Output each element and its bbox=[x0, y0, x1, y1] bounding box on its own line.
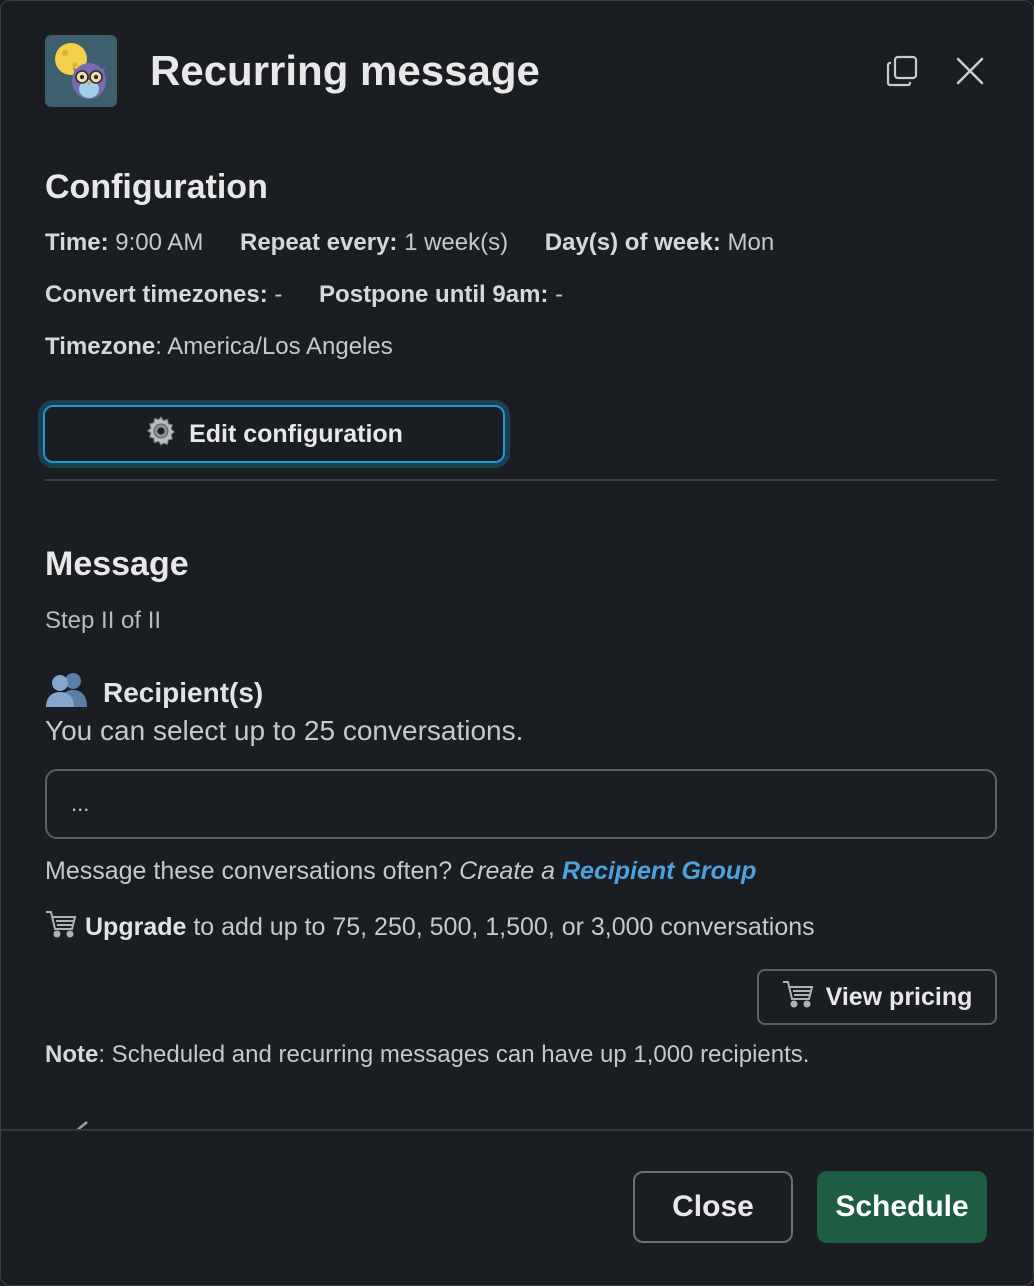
repeat-value: 1 week(s) bbox=[404, 229, 509, 256]
shopping-cart-icon bbox=[45, 909, 77, 946]
view-pricing-button[interactable]: View pricing bbox=[757, 969, 997, 1025]
config-postpone: Postpone until 9am: - bbox=[319, 281, 563, 308]
message-heading: Message bbox=[45, 545, 189, 583]
upgrade-link[interactable]: Upgrade bbox=[85, 913, 186, 941]
timezone-value: : America/Los Angeles bbox=[155, 333, 393, 360]
postpone-value: - bbox=[555, 281, 564, 308]
group-hint-italic: Create a bbox=[459, 857, 562, 885]
config-row-schedule: Time: 9:00 AM Repeat every: 1 week(s) Da… bbox=[45, 229, 804, 257]
step-indicator: Step II of II bbox=[45, 607, 162, 634]
modal-title: Recurring message bbox=[150, 47, 540, 94]
shopping-cart-icon bbox=[782, 979, 814, 1016]
recipients-help-text: You can select up to 25 conversations. bbox=[45, 715, 524, 746]
group-hint-prefix: Message these conversations often? bbox=[45, 857, 460, 885]
owl-moon-icon bbox=[45, 35, 117, 107]
recipients-label: Recipient(s) bbox=[103, 676, 264, 708]
modal-header: Recurring message bbox=[45, 35, 989, 107]
close-icon[interactable] bbox=[951, 52, 989, 90]
days-label: Day(s) of week: bbox=[544, 229, 721, 256]
modal-footer: Close Schedule bbox=[633, 1171, 987, 1243]
config-row-timezone: Timezone: America/Los Angeles bbox=[45, 333, 393, 361]
section-divider bbox=[45, 479, 997, 481]
recipient-group-link[interactable]: Recipient Group bbox=[562, 857, 756, 885]
upgrade-hint: Upgrade to add up to 75, 250, 500, 1,500… bbox=[45, 909, 815, 946]
time-value: 9:00 AM bbox=[115, 229, 204, 256]
config-days: Day(s) of week: Mon bbox=[545, 229, 774, 256]
repeat-label: Repeat every: bbox=[239, 229, 398, 256]
recipients-input[interactable]: ... bbox=[45, 769, 997, 839]
convert-label: Convert timezones: bbox=[45, 281, 268, 308]
time-label: Time: bbox=[45, 229, 109, 256]
note-label: Note bbox=[45, 1041, 99, 1068]
config-row-options: Convert timezones: - Postpone until 9am:… bbox=[45, 281, 593, 309]
note-text: : Scheduled and recurring messages can h… bbox=[98, 1041, 810, 1068]
edit-configuration-button[interactable]: Edit configuration bbox=[43, 405, 505, 463]
config-time: Time: 9:00 AM bbox=[45, 229, 203, 256]
view-pricing-label: View pricing bbox=[825, 982, 973, 1011]
copy-icon[interactable] bbox=[883, 52, 921, 90]
schedule-button[interactable]: Schedule bbox=[817, 1171, 987, 1243]
recurring-message-modal: Recurring message Configuration Time: 9:… bbox=[0, 0, 1034, 1286]
recipients-heading: Recipient(s) bbox=[45, 671, 263, 714]
busts-icon bbox=[45, 671, 89, 714]
recipient-note: Note: Scheduled and recurring messages c… bbox=[45, 1041, 809, 1069]
convert-value: - bbox=[274, 281, 283, 308]
edit-configuration-label: Edit configuration bbox=[189, 419, 403, 448]
days-value: Mon bbox=[727, 229, 775, 256]
config-convert: Convert timezones: - bbox=[45, 281, 282, 308]
gear-icon bbox=[145, 415, 177, 454]
timezone-label: Timezone bbox=[45, 333, 156, 360]
recipients-input-value: ... bbox=[71, 791, 90, 816]
config-repeat: Repeat every: 1 week(s) bbox=[240, 229, 508, 256]
upgrade-text: to add up to 75, 250, 500, 1,500, or 3,0… bbox=[186, 913, 815, 941]
header-actions bbox=[883, 52, 989, 90]
close-button[interactable]: Close bbox=[633, 1171, 793, 1243]
configuration-heading: Configuration bbox=[45, 168, 268, 206]
recipient-group-hint: Message these conversations often? Creat… bbox=[45, 857, 756, 886]
footer-divider bbox=[1, 1129, 1033, 1131]
postpone-label: Postpone until 9am: bbox=[319, 281, 549, 308]
